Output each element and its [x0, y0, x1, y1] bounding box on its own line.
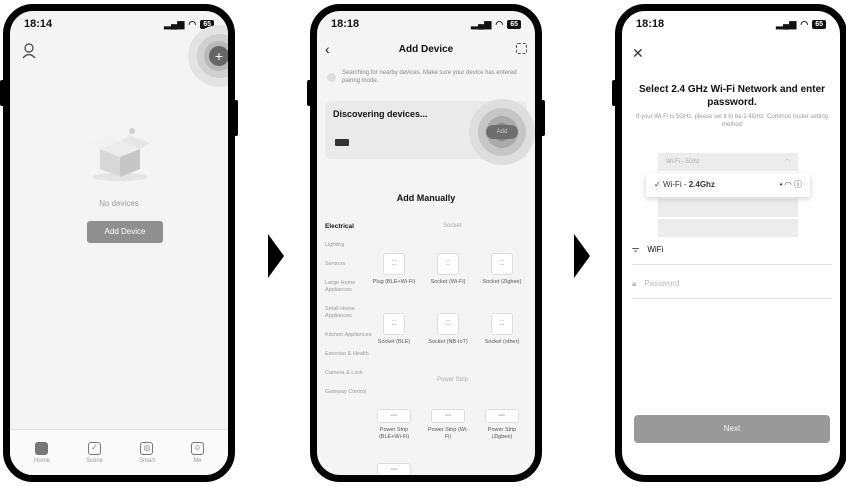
status-bar: 18:18 ▂▄▆ ◠ 65 [317, 11, 535, 37]
socket-icon: ⁚⁚ [383, 313, 405, 335]
wifi-24g-option[interactable]: ✓ Wi-Fi - 2.4Ghz • ◠ ⓘ [646, 173, 810, 197]
status-time: 18:14 [24, 18, 53, 30]
page-title: Select 2.4 GHz Wi-Fi Network and enter p… [638, 84, 826, 108]
category-item[interactable]: Lighting [325, 242, 373, 249]
power-strip-icon: ▫▫▫ [485, 409, 519, 423]
search-notice: Searching for nearby devices. Make sure … [327, 69, 525, 85]
wifi-icon: • ◠ ⓘ [779, 180, 802, 189]
page-title: Add Device [398, 43, 454, 55]
phone-side-button [841, 100, 846, 136]
phone-side-button [0, 80, 5, 106]
plus-icon[interactable]: + [209, 46, 228, 66]
socket-icon: ⁚⁚ [437, 313, 459, 335]
device-icon [335, 139, 349, 146]
device-item[interactable]: ⁚⁚ Socket (Wi-Fi) [425, 253, 471, 286]
wifi-icon: ◠ [784, 159, 790, 165]
phone-wifi-screen: 18:18 ▂▄▆ ◠ 65 ✕ Select 2.4 GHz Wi-Fi Ne… [615, 4, 846, 482]
smart-icon: ◎ [140, 441, 154, 455]
socket-icon: ⁚⁚ [383, 253, 405, 275]
device-item[interactable]: ▫▫▫ Power Strip (Zigbee) [479, 409, 525, 441]
category-item[interactable]: Small Home Appliances [325, 306, 373, 320]
signal-icon: ▂▄▆ [164, 18, 185, 29]
status-time: 18:18 [636, 18, 665, 30]
socket-icon: ⁚⁚ [437, 253, 459, 275]
wifi-icon: ᯤ [632, 245, 640, 254]
wifi-5g-option[interactable]: Wi-Fi - 5Ghz ◠ [658, 153, 798, 171]
empty-state-text: No devices [99, 199, 139, 208]
step-arrow-icon [268, 234, 284, 278]
socket-icon: ⁚⁚ [491, 313, 513, 335]
home-icon [35, 441, 49, 455]
status-bar: 18:14 ▂▄▆ ◠ 65 [10, 11, 228, 37]
lock-icon: 🔒︎ [632, 278, 637, 288]
device-item[interactable]: ▫▫▫ [371, 463, 417, 475]
section-power-strip-label: Power Strip [437, 377, 469, 383]
wifi-icon: ◠ [188, 18, 197, 29]
device-item[interactable]: ⁚⁚ Socket (NB-IoT) [425, 313, 471, 346]
tab-home[interactable]: Home [34, 441, 50, 464]
wifi-band-list: Wi-Fi - 5Ghz ◠ ✓ Wi-Fi - 2.4Ghz • ◠ ⓘ [646, 153, 810, 239]
add-device-highlight: + [188, 25, 228, 87]
phone-side-button [233, 100, 238, 136]
wifi-icon: ◠ [800, 18, 809, 29]
add-button[interactable]: Add [486, 125, 518, 139]
device-item[interactable]: ⁚⁚ Socket (BLE) [371, 313, 417, 346]
status-bar: 18:18 ▂▄▆ ◠ 65 [622, 11, 840, 37]
signal-icon: ▂▄▆ [776, 18, 797, 29]
category-list: Electrical Lighting Sensors Large Home A… [325, 223, 373, 408]
user-icon[interactable] [22, 43, 36, 59]
back-icon[interactable]: ‹ [325, 37, 330, 61]
device-item[interactable]: ▫▫▫ Power Strip (Wi-Fi) [425, 409, 471, 441]
phone-side-button [612, 80, 617, 106]
add-highlight: Add [469, 99, 535, 165]
device-item[interactable]: ⁚⁚ Socket (other) [479, 313, 525, 346]
empty-box-illustration [90, 128, 150, 181]
close-icon[interactable]: ✕ [632, 45, 644, 62]
wifi-icon: ◠ [495, 18, 504, 29]
battery-icon: 65 [812, 19, 826, 29]
tab-smart[interactable]: ◎ Smart [139, 441, 155, 464]
socket-icon: ⁚⁚ [491, 253, 513, 275]
tutorial-strip: 18:14 ▂▄▆ ◠ 65 + No devices Add Device H… [0, 0, 846, 486]
bluetooth-icon [327, 73, 336, 82]
scene-icon: ✓ [87, 441, 101, 455]
device-item[interactable]: ⁚⁚ Socket (Zigbee) [479, 253, 525, 286]
power-strip-icon: ▫▫▫ [431, 409, 465, 423]
page-header: ‹ Add Device [317, 37, 535, 61]
next-button[interactable]: Next [634, 415, 830, 443]
phone-side-button [307, 80, 312, 106]
add-device-button[interactable]: Add Device [87, 221, 163, 243]
step-arrow-icon [574, 234, 590, 278]
battery-icon: 65 [507, 19, 521, 29]
power-strip-icon: ▫▫▫ [377, 409, 411, 423]
category-item[interactable]: Sensors [325, 261, 373, 268]
bottom-tab-bar: Home ✓ Scene ◎ Smart ☺ Me [10, 429, 228, 475]
tab-me[interactable]: ☺ Me [190, 441, 204, 464]
power-strip-icon: ▫▫▫ [377, 463, 411, 475]
signal-icon: ▂▄▆ [471, 18, 492, 29]
scan-icon[interactable] [516, 43, 527, 54]
phone-side-button [540, 100, 545, 136]
category-item[interactable]: Electrical [325, 223, 373, 230]
device-item[interactable]: ⁚⁚ Plug (BLE+Wi-Fi) [371, 253, 417, 286]
phone-home-screen: 18:14 ▂▄▆ ◠ 65 + No devices Add Device H… [3, 4, 235, 482]
section-socket-label: Socket [443, 223, 462, 229]
status-time: 18:18 [331, 18, 360, 30]
category-item[interactable]: Camera & Lock [325, 370, 373, 377]
category-item[interactable]: Large Home Appliances [325, 280, 373, 294]
me-icon: ☺ [190, 441, 204, 455]
tab-scene[interactable]: ✓ Scene [86, 441, 103, 464]
category-item[interactable]: Gateway Control [325, 389, 373, 396]
phone-add-device-screen: 18:18 ▂▄▆ ◠ 65 ‹ Add Device Searching fo… [310, 4, 542, 482]
page-subtitle: If your Wi-Fi is 5GHz, please set it to … [635, 114, 829, 128]
category-item[interactable]: Kitchen Appliances [325, 332, 373, 339]
password-field[interactable]: 🔒︎ Password [632, 269, 832, 299]
device-item[interactable]: ▫▫▫ Power Strip (BLE+Wi-Fi) [371, 409, 417, 441]
wifi-field[interactable]: ᯤ WiFi [632, 235, 832, 265]
category-item[interactable]: Exercise & Health [325, 351, 373, 358]
wifi-network-row [658, 199, 798, 217]
add-manually-title: Add Manually [396, 193, 456, 203]
